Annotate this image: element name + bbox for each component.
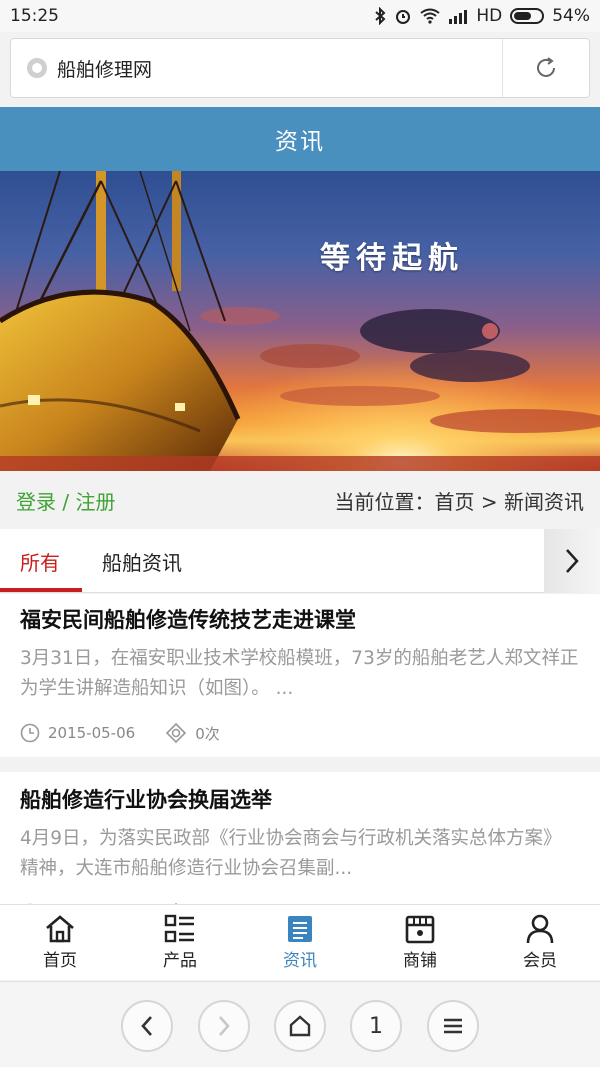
tab-label: 所有 <box>20 550 60 575</box>
grid-list-icon <box>164 914 194 943</box>
menu-button[interactable] <box>427 1000 479 1052</box>
site-security-icon <box>27 58 47 78</box>
news-summary: 3月31日，在福安职业技术学校船模班，73岁的船舶老艺人郑文祥正为学生讲解造船知… <box>20 648 579 699</box>
active-tab-indicator <box>0 588 82 592</box>
back-button[interactable] <box>121 1000 173 1052</box>
menu-icon <box>444 1018 462 1034</box>
site-name: 船舶修理网 <box>57 58 153 81</box>
status-time: 15:25 <box>10 6 59 26</box>
nav-label: 资讯 <box>283 951 317 971</box>
chevron-left-icon <box>141 1016 152 1036</box>
address-bar-container: 船舶修理网 <box>0 32 600 104</box>
nav-label: 产品 <box>163 951 197 971</box>
status-bar: 15:25 HD 54% <box>0 0 600 32</box>
bluetooth-icon <box>375 7 386 25</box>
chevron-right-icon <box>219 1016 230 1036</box>
login-register-link[interactable]: 登录 / 注册 <box>16 486 115 515</box>
tabs-scroll-right-button[interactable] <box>544 529 600 593</box>
banner-image: 等待起航 <box>0 171 600 471</box>
ship-sunset-illustration <box>0 171 600 471</box>
home-button[interactable] <box>274 1000 326 1052</box>
store-icon <box>405 915 435 944</box>
battery-icon <box>510 8 545 24</box>
nav-label: 商铺 <box>403 951 437 971</box>
news-title[interactable]: 福安民间船舶修造传统技艺走进课堂 <box>20 606 580 634</box>
nav-news[interactable]: 资讯 <box>240 905 360 980</box>
tabs-button[interactable]: 1 <box>350 1000 402 1052</box>
nav-home[interactable]: 首页 <box>0 905 120 980</box>
tab-all[interactable]: 所有 <box>20 529 60 593</box>
news-item[interactable]: 福安民间船舶修造传统技艺走进课堂 3月31日，在福安职业技术学校船模班，73岁的… <box>0 594 600 757</box>
home-icon <box>289 1015 311 1037</box>
news-views: 0次 <box>195 724 220 743</box>
clock-icon <box>20 723 40 743</box>
tab-label: 船舶资讯 <box>102 550 182 575</box>
breadcrumb: 当前位置：首页 > 新闻资讯 <box>334 489 584 514</box>
forward-button[interactable] <box>198 1000 250 1052</box>
nav-member[interactable]: 会员 <box>480 905 600 980</box>
news-meta: 2015-05-06 0次 <box>20 722 580 744</box>
news-item[interactable]: 船舶修造行业协会换届选举 4月9日，为落实民政部《行业协会商会与行政机关落实总体… <box>0 772 600 912</box>
location-row: 登录 / 注册 当前位置：首页 > 新闻资讯 <box>0 471 600 529</box>
document-icon <box>288 916 312 942</box>
tab-count: 1 <box>369 1013 383 1039</box>
wifi-icon <box>420 8 440 24</box>
news-title[interactable]: 船舶修造行业协会换届选举 <box>20 786 580 814</box>
tab-ship-news[interactable]: 船舶资讯 <box>102 529 182 593</box>
page-header: 资讯 <box>0 107 600 171</box>
home-icon <box>46 915 74 943</box>
address-bar[interactable]: 船舶修理网 <box>10 38 590 98</box>
network-type: HD <box>476 6 503 26</box>
reload-button[interactable] <box>503 39 589 97</box>
news-summary: 4月9日，为落实民政部《行业协会商会与行政机关落实总体方案》精神，大连市船舶修造… <box>20 828 562 879</box>
banner-title: 等待起航 <box>320 241 464 276</box>
reload-icon <box>537 57 555 77</box>
address-field[interactable]: 船舶修理网 <box>11 39 503 97</box>
news-date: 2015-05-06 <box>48 724 136 742</box>
nav-products[interactable]: 产品 <box>120 905 240 980</box>
signal-icon <box>449 10 468 24</box>
chevron-right-icon <box>566 549 579 573</box>
nav-stores[interactable]: 商铺 <box>360 905 480 980</box>
alarm-icon <box>396 10 411 24</box>
bottom-nav: 首页 产品 资讯 商铺 会员 <box>0 904 600 980</box>
screen: 15:25 HD 54% 船舶修理网 资讯 等待起航 登录 / 注册 当前位置：… <box>0 0 600 1067</box>
browser-toolbar: 1 <box>0 981 600 1067</box>
nav-label: 首页 <box>43 951 77 971</box>
battery-percent: 54% <box>552 6 590 26</box>
views-icon <box>166 722 187 744</box>
nav-label: 会员 <box>523 951 557 971</box>
page-title: 资讯 <box>275 129 325 155</box>
status-icons: HD 54% <box>374 6 590 26</box>
category-tabs: 所有 船舶资讯 <box>0 529 600 593</box>
user-icon <box>526 914 554 944</box>
